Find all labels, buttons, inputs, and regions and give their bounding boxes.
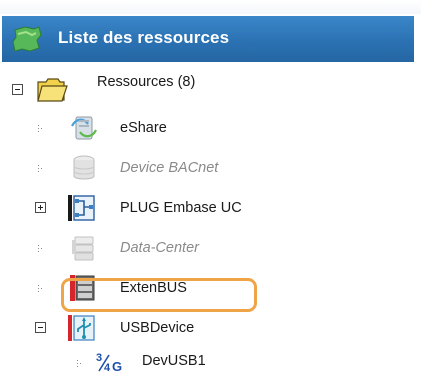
database-disabled-icon <box>73 155 95 180</box>
collapse-toggle[interactable] <box>12 84 23 95</box>
svg-text:3: 3 <box>96 352 102 364</box>
usb-device-icon <box>68 315 95 341</box>
tree-item-usbdevice[interactable]: USBDevice <box>2 308 414 348</box>
tree-label: DevUSB1 <box>142 353 206 369</box>
tree-label: Device BACnet <box>120 160 219 176</box>
panel-header: Liste des ressources <box>2 16 414 62</box>
svg-text:4: 4 <box>104 362 111 374</box>
tree-connector-dots <box>38 125 42 132</box>
tree-label: Ressources (8) <box>97 74 196 90</box>
panel-top-strip <box>0 0 421 14</box>
tree-item-device-bacnet[interactable]: Device BACnet <box>2 148 414 188</box>
tree-root-ressources[interactable]: Ressources (8) <box>2 70 414 110</box>
resource-tree: Ressources (8) eShare Device BACnet PLUG… <box>2 62 414 385</box>
collapse-toggle[interactable] <box>35 322 46 333</box>
tree-connector-dots <box>38 285 42 292</box>
tree-label: USBDevice <box>120 320 195 336</box>
tree-label: eShare <box>120 120 167 136</box>
tree-label: PLUG Embase UC <box>120 200 242 216</box>
tree-connector-dots <box>38 245 42 252</box>
panel-title: Liste des ressources <box>58 28 230 47</box>
resources-tree-icon <box>12 26 42 52</box>
selection-highlight <box>61 278 257 312</box>
tree-item-plug-embase-uc[interactable]: PLUG Embase UC <box>2 188 414 228</box>
resources-panel: Liste des ressources Ressources (8) eSha… <box>0 0 421 385</box>
server-share-icon <box>71 116 97 140</box>
tree-label: Data-Center <box>120 240 199 256</box>
tree-item-eshare[interactable]: eShare <box>2 108 414 148</box>
tree-item-data-center[interactable]: Data-Center <box>2 228 414 268</box>
expand-toggle[interactable] <box>35 202 46 213</box>
tree-connector-dots <box>77 360 81 367</box>
datacenter-disabled-icon <box>72 236 94 261</box>
tree-connector-dots <box>38 165 42 172</box>
3g-4g-modem-icon: 3 4 G <box>96 352 122 374</box>
folder-icon <box>37 78 68 102</box>
plug-network-icon <box>68 195 95 221</box>
tree-item-devusb1[interactable]: 3 4 G DevUSB1 <box>2 345 414 385</box>
svg-text:G: G <box>112 359 122 374</box>
